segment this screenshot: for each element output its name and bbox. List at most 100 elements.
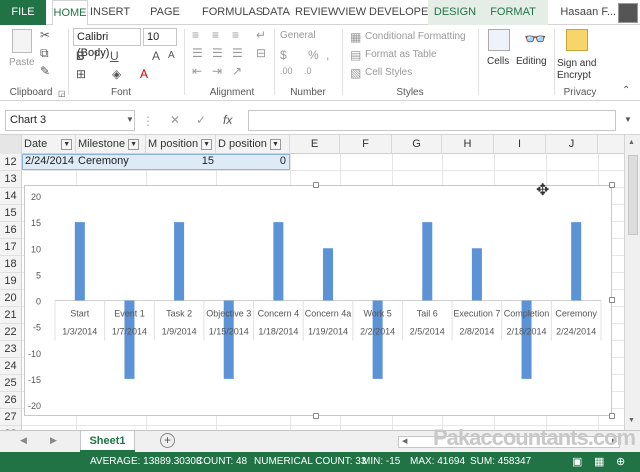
row-header[interactable]: 15 [0, 205, 22, 222]
tab-format[interactable]: FORMAT [488, 0, 538, 25]
page-layout-icon[interactable]: ▣ [572, 455, 582, 468]
row-header[interactable]: 22 [0, 324, 22, 341]
row-header[interactable]: 19 [0, 273, 22, 290]
tab-page-layout[interactable]: PAGE LAYOUT [131, 0, 199, 43]
cells-icon[interactable] [488, 29, 510, 51]
sign-encrypt-label-1[interactable]: Sign and [557, 58, 596, 69]
name-box[interactable]: Chart 3 [5, 110, 135, 131]
tab-design[interactable]: DESIGN [432, 0, 478, 25]
col-i[interactable]: I [494, 135, 546, 154]
collapse-ribbon-icon[interactable]: ⌃ [622, 85, 630, 96]
tab-formulas[interactable]: FORMULAS [202, 0, 263, 25]
font-size-select[interactable]: 10 [143, 28, 177, 46]
row-header[interactable]: 25 [0, 375, 22, 392]
user-name[interactable]: Hasaan F... [560, 6, 616, 18]
cancel-icon[interactable]: ✕ [170, 113, 180, 127]
row-header[interactable]: 12 [0, 154, 22, 171]
align-middle-icon[interactable]: ≡ [212, 28, 219, 42]
orientation-icon[interactable]: ↗ [232, 64, 242, 78]
filter-dropdown-icon[interactable]: ▼ [201, 138, 213, 150]
borders-icon[interactable]: ⊞ [76, 67, 86, 81]
tab-file[interactable]: FILE [0, 0, 46, 25]
cell-d-position[interactable]: 0 [216, 155, 286, 167]
select-all-corner[interactable] [0, 135, 22, 154]
col-g[interactable]: G [392, 135, 442, 154]
col-d-position[interactable]: D position ▼ [216, 135, 290, 154]
dialog-launcher-icon[interactable]: ◲ [58, 89, 66, 98]
resize-handle[interactable] [609, 182, 615, 188]
user-avatar[interactable] [618, 3, 638, 23]
conditional-formatting-button[interactable]: Conditional Formatting [365, 31, 466, 42]
row-header[interactable]: 21 [0, 307, 22, 324]
font-name-select[interactable]: Calibri (Body) [73, 28, 141, 59]
grow-font-icon[interactable]: A [152, 49, 160, 63]
indent-increase-icon[interactable]: ⇥ [212, 64, 222, 78]
bold-icon[interactable]: B [76, 49, 85, 63]
row-header[interactable]: 13 [0, 171, 22, 188]
copy-icon[interactable]: ⧉ [40, 46, 49, 61]
increase-decimal-icon[interactable]: .00 [280, 66, 293, 76]
insert-function-icon[interactable]: fx [223, 113, 232, 127]
tab-insert[interactable]: INSERT [90, 0, 130, 25]
name-box-dropdown-icon[interactable]: ▼ [126, 115, 134, 124]
align-left-icon[interactable]: ☰ [192, 46, 203, 60]
paste-icon[interactable] [12, 29, 32, 53]
col-e[interactable]: E [290, 135, 340, 154]
scroll-left-icon[interactable]: ◀ [402, 437, 407, 445]
scroll-down-icon[interactable]: ▼ [628, 417, 635, 424]
cell-m-position[interactable]: 15 [146, 155, 214, 167]
merge-icon[interactable]: ⊟ [256, 46, 266, 60]
zoom-icon[interactable]: ⊕ [616, 455, 625, 468]
paste-button[interactable]: Paste [9, 57, 35, 68]
sign-encrypt-label-2[interactable]: Encrypt [557, 70, 591, 81]
col-j[interactable]: J [546, 135, 598, 154]
col-h[interactable]: H [442, 135, 494, 154]
tab-data[interactable]: DATA [261, 0, 291, 25]
font-color-icon[interactable]: A [140, 67, 148, 81]
align-top-icon[interactable]: ≡ [192, 28, 199, 42]
scroll-up-icon[interactable]: ▲ [628, 139, 635, 146]
normal-view-icon[interactable]: ▦ [594, 455, 604, 468]
formula-input[interactable] [248, 110, 616, 131]
cut-icon[interactable]: ✂ [40, 28, 50, 42]
vertical-scrollbar[interactable]: ▲ ▼ [624, 135, 640, 430]
format-painter-icon[interactable]: ✎ [40, 64, 50, 78]
cells-button[interactable]: Cells [487, 56, 509, 67]
filter-dropdown-icon[interactable]: ▼ [61, 138, 73, 150]
align-right-icon[interactable]: ☰ [232, 46, 243, 60]
col-m-position[interactable]: M position ▼ [146, 135, 216, 154]
sign-encrypt-icon[interactable] [566, 29, 588, 51]
cell-styles-icon[interactable]: ▧ [350, 66, 361, 80]
resize-handle[interactable] [313, 182, 319, 188]
editing-button[interactable]: Editing [516, 56, 547, 67]
italic-icon[interactable]: I [94, 49, 97, 63]
filter-dropdown-icon[interactable]: ▼ [128, 138, 140, 150]
resize-handle[interactable] [609, 413, 615, 419]
tab-home[interactable]: HOME [52, 0, 88, 26]
tab-developer[interactable]: DEVELOPER [369, 0, 436, 25]
currency-icon[interactable]: $ [280, 48, 287, 62]
row-header[interactable]: 23 [0, 341, 22, 358]
percent-icon[interactable]: % [308, 48, 319, 62]
col-milestone[interactable]: Milestone ▼ [76, 135, 146, 154]
row-header[interactable]: 16 [0, 222, 22, 239]
next-sheet-icon[interactable]: ▶ [50, 435, 57, 446]
col-f[interactable]: F [340, 135, 392, 154]
cell-date[interactable]: 2/24/2014 [25, 155, 74, 167]
binoculars-icon[interactable]: 👓 [524, 29, 546, 50]
underline-icon[interactable]: U [110, 49, 119, 63]
row-header[interactable]: 18 [0, 256, 22, 273]
expand-formula-icon[interactable]: ▼ [624, 115, 632, 124]
number-format-select[interactable]: General [280, 30, 316, 41]
format-as-table-button[interactable]: Format as Table [365, 49, 437, 60]
cell-milestone[interactable]: Ceremony [78, 155, 129, 167]
tab-review[interactable]: REVIEW [295, 0, 338, 25]
conditional-formatting-icon[interactable]: ▦ [350, 30, 361, 44]
row-header[interactable]: 26 [0, 392, 22, 409]
fill-color-icon[interactable]: ◈ [112, 67, 121, 81]
align-bottom-icon[interactable]: ≡ [232, 28, 239, 42]
sheet-tab-sheet1[interactable]: Sheet1 [80, 431, 135, 452]
row-header[interactable]: 27 [0, 409, 22, 426]
timeline-chart[interactable]: 20 15 10 5 0 -5 -10 -15 -20 Start 1/3/2014 Event 1 1… [24, 185, 612, 416]
filter-dropdown-icon[interactable]: ▼ [269, 138, 281, 150]
